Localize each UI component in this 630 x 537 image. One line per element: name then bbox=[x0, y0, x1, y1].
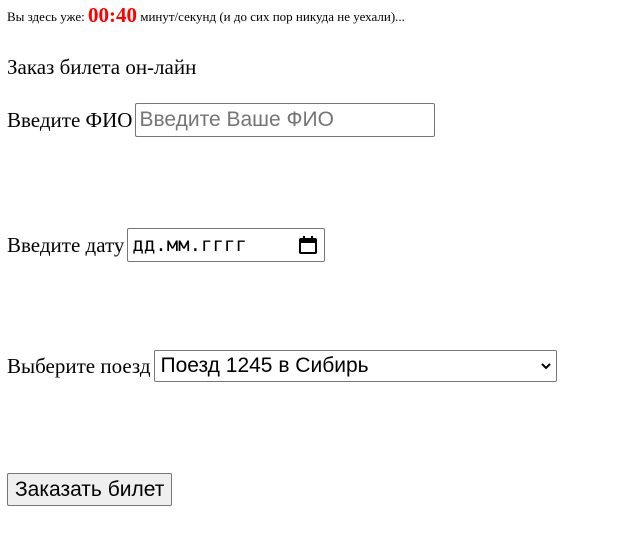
page-title: Заказ билета он-лайн bbox=[7, 55, 197, 79]
timer-suffix: минут/секунд (и до сих пор никуда не уех… bbox=[140, 9, 405, 24]
timer-prefix: Вы здесь уже: bbox=[7, 9, 85, 24]
train-label: Выберите поезд bbox=[7, 354, 151, 378]
calendar-icon[interactable] bbox=[298, 235, 318, 255]
train-row: Выберите поезд Поезд 1245 в Сибирь bbox=[7, 350, 557, 382]
date-input[interactable]: дд.мм.гггг bbox=[127, 228, 326, 262]
date-placeholder[interactable]: дд.мм.гггг bbox=[132, 234, 246, 256]
date-label: Введите дату bbox=[7, 233, 125, 257]
name-row: Введите ФИО bbox=[7, 103, 436, 137]
name-label: Введите ФИО bbox=[7, 108, 133, 132]
order-ticket-button[interactable]: Заказать билет bbox=[7, 473, 173, 506]
timer-value: 00:40 bbox=[87, 3, 137, 27]
timer-line: Вы здесь уже: 00:40 минут/секунд (и до с… bbox=[7, 5, 405, 27]
chevron-down-icon[interactable] bbox=[540, 360, 552, 372]
train-select-value[interactable]: Поезд 1245 в Сибирь bbox=[161, 354, 369, 378]
train-select[interactable]: Поезд 1245 в Сибирь bbox=[153, 350, 557, 382]
name-input[interactable] bbox=[135, 103, 436, 137]
date-row: Введите дату дд.мм.гггг bbox=[7, 228, 326, 262]
